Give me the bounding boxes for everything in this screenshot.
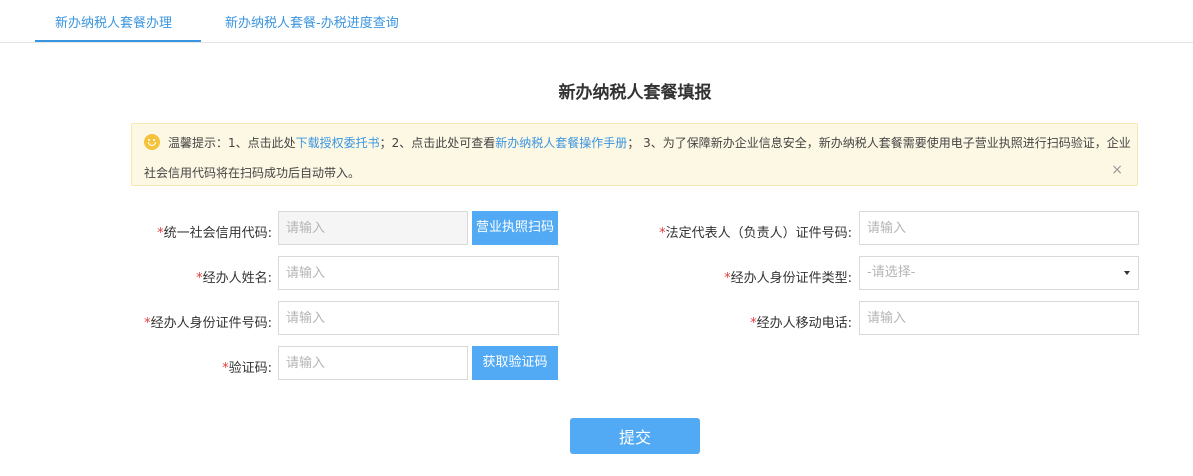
tab-bar: 新办纳税人套餐办理 新办纳税人套餐-办税进度查询 xyxy=(0,0,1193,43)
agent-id-type-value: -请选择- xyxy=(867,265,916,280)
smile-icon xyxy=(144,134,160,150)
submit-button[interactable]: 提交 xyxy=(570,418,700,454)
download-authorization-link[interactable]: 下载授权委托书 xyxy=(296,134,380,151)
agent-id-type-label: *经办人身份证件类型: xyxy=(724,271,852,286)
page-title: 新办纳税人套餐填报 xyxy=(558,83,712,103)
agent-id-type-select[interactable]: -请选择- xyxy=(859,256,1139,290)
agent-id-no-input[interactable] xyxy=(278,301,559,335)
tab-new-taxpayer-package[interactable]: 新办纳税人套餐办理 xyxy=(55,12,172,31)
active-tab-indicator xyxy=(35,40,201,42)
notice-line-1: 温馨提示：1、点击此处 下载授权委托书 ；2、点击此处可查看 新办纳税人套餐操作… xyxy=(144,133,1131,151)
notice-mid-2: ； 3、为了保障新办企业信息安全，新办纳税人套餐需要使用电子营业执照进行扫码验证… xyxy=(627,135,1131,150)
legal-rep-id-input[interactable] xyxy=(859,211,1139,245)
credit-code-label: *统一社会信用代码: xyxy=(157,226,272,241)
get-captcha-button[interactable]: 获取验证码 xyxy=(472,346,558,380)
agent-name-input[interactable] xyxy=(278,256,559,290)
credit-code-input[interactable] xyxy=(278,211,468,245)
notice-line-2: 社会信用代码将在扫码成功后自动带入。 xyxy=(144,166,361,180)
notice-mid-1: ；2、点击此处可查看 xyxy=(379,135,496,150)
close-icon[interactable]: × xyxy=(1111,162,1123,178)
agent-name-label: *经办人姓名: xyxy=(196,271,272,286)
agent-phone-label: *经办人移动电话: xyxy=(750,316,852,331)
notice-banner: 温馨提示：1、点击此处 下载授权委托书 ；2、点击此处可查看 新办纳税人套餐操作… xyxy=(131,123,1138,186)
agent-phone-input[interactable] xyxy=(859,301,1139,335)
captcha-input[interactable] xyxy=(278,346,468,380)
notice-prefix: 温馨提示：1、点击此处 xyxy=(168,135,296,150)
tab-progress-query[interactable]: 新办纳税人套餐-办税进度查询 xyxy=(225,12,399,31)
legal-rep-id-label: *法定代表人（负责人）证件号码: xyxy=(659,226,852,241)
captcha-label: *验证码: xyxy=(222,361,272,376)
license-scan-button[interactable]: 营业执照扫码 xyxy=(472,211,558,245)
agent-id-no-label: *经办人身份证件号码: xyxy=(144,316,272,331)
manual-link[interactable]: 新办纳税人套餐操作手册 xyxy=(495,134,627,151)
caret-down-icon xyxy=(1124,271,1130,275)
